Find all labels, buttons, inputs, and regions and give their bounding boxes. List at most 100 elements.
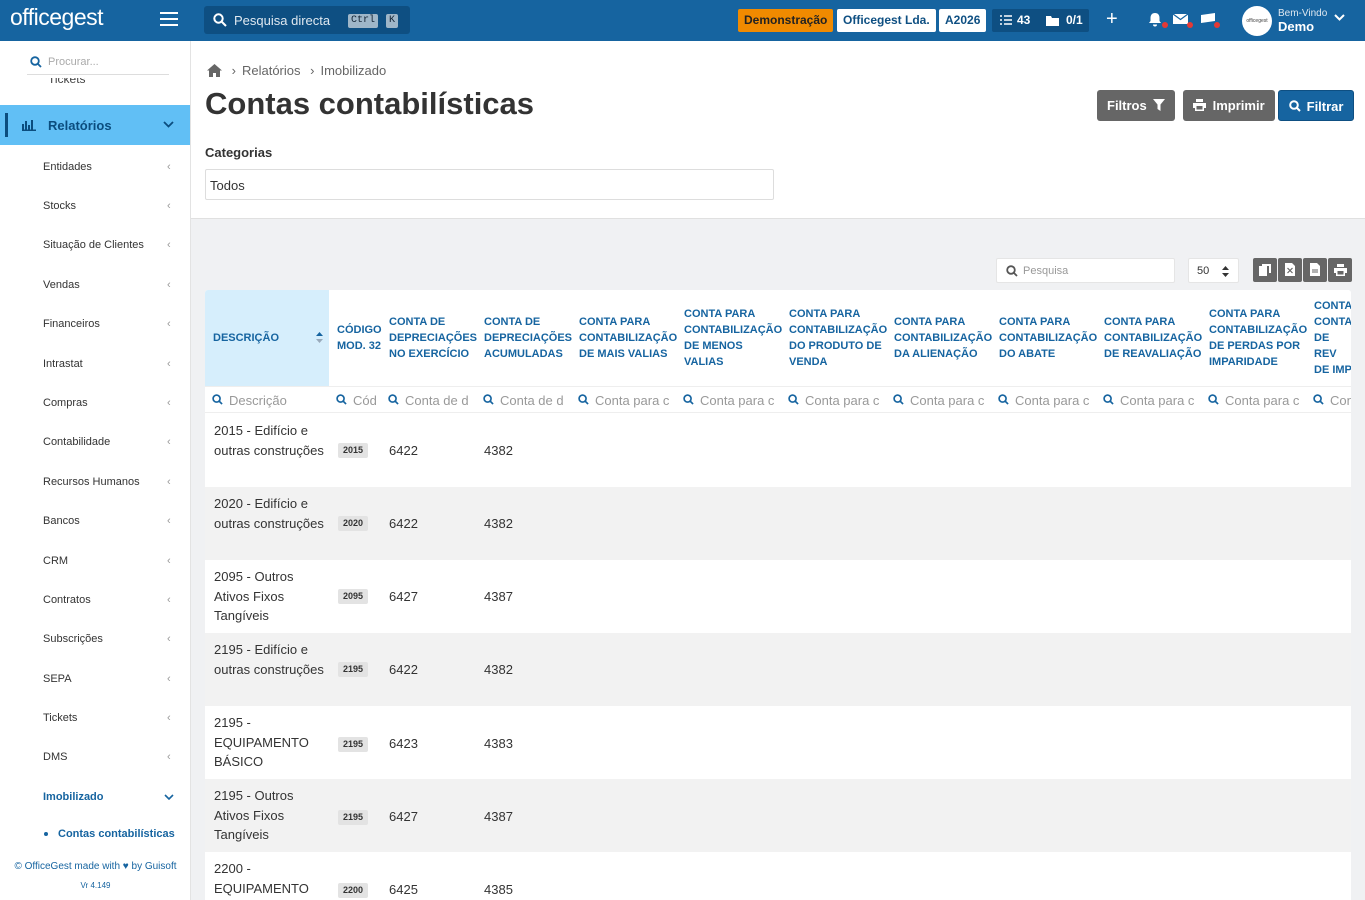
column-header-mais-valias[interactable]: CONTA PARA CONTABILIZAÇÃO DE MAIS VALIAS	[571, 290, 677, 386]
breadcrumb-imobilizado[interactable]: Imobilizado	[320, 63, 386, 78]
bell-icon[interactable]	[1148, 12, 1168, 28]
filter-input-dep-exercicio[interactable]: Conta de d	[381, 387, 471, 414]
filter-input-abate[interactable]: Conta para c	[991, 387, 1091, 414]
filter-input-rev-imparidade[interactable]: Con	[1306, 387, 1351, 414]
sidebar-item-tickets-partial[interactable]: Tickets	[22, 78, 142, 90]
filter-input-reavaliacao[interactable]: Conta para c	[1096, 387, 1196, 414]
pdf-icon[interactable]	[1303, 258, 1327, 282]
chevron-right-icon: ›	[310, 63, 315, 78]
sidebar: Procurar... Tickets Relatórios Entidades…	[0, 41, 191, 900]
demo-badge[interactable]: Demonstração	[738, 9, 834, 32]
sidebar-item-situacao-clientes[interactable]: Situação de Clientes ‹	[0, 229, 190, 261]
copy-icon[interactable]	[1253, 258, 1277, 282]
table-row[interactable]: 2200 - EQUIPAMENTO 2200 6425 4385	[205, 852, 1351, 900]
avatar[interactable]: officegest	[1242, 6, 1272, 36]
sidebar-item-compras[interactable]: Compras ‹	[0, 387, 190, 419]
filtrar-button[interactable]: Filtrar	[1278, 90, 1355, 121]
sidebar-item-intrastat[interactable]: Intrastat ‹	[0, 348, 190, 380]
home-icon[interactable]	[207, 64, 222, 77]
column-header-perdas-imparidade[interactable]: CONTA PARA CONTABILIZAÇÃO DE PERDAS POR …	[1201, 290, 1307, 386]
search-icon	[788, 394, 799, 405]
search-icon	[1006, 265, 1018, 277]
menu-icon[interactable]	[160, 12, 178, 26]
sidebar-item-dms[interactable]: DMS ‹	[0, 741, 190, 773]
table-row[interactable]: 2095 - Outros Ativos Fixos Tangíveis 209…	[205, 560, 1351, 633]
column-header-alienacao[interactable]: CONTA PARA CONTABILIZAÇÃO DA ALIENAÇÃO	[886, 290, 992, 386]
tasks-count: 43	[1017, 13, 1031, 27]
page-size-select[interactable]: 50	[1188, 258, 1239, 283]
table-search-input[interactable]: Pesquisa	[996, 258, 1175, 283]
table-row[interactable]: 2195 - Edifício e outras construções 219…	[205, 633, 1351, 706]
categorias-select[interactable]: Todos	[205, 169, 774, 200]
filter-input-codigo[interactable]: Cód	[329, 387, 377, 414]
chevron-left-icon: ‹	[167, 633, 171, 645]
cell-dep-acumuladas: 4387	[484, 589, 513, 604]
column-header-produto-venda[interactable]: CONTA PARA CONTABILIZAÇÃO DO PRODUTO DE …	[781, 290, 887, 386]
filter-input-perdas-imparidade[interactable]: Conta para c	[1201, 387, 1301, 414]
sidebar-item-sepa[interactable]: SEPA ‹	[0, 663, 190, 695]
column-header-abate[interactable]: CONTA PARA CONTABILIZAÇÃO DO ABATE	[991, 290, 1097, 386]
search-icon	[893, 394, 904, 405]
filter-input-produto-venda[interactable]: Conta para c	[781, 387, 881, 414]
cell-descricao: 2195 - EQUIPAMENTO BÁSICO	[214, 715, 309, 769]
plus-icon[interactable]: +	[1106, 8, 1118, 31]
sidebar-search-placeholder: Procurar...	[48, 56, 99, 68]
sidebar-item-relatorios[interactable]: Relatórios	[0, 105, 190, 145]
filter-input-mais-valias[interactable]: Conta para c	[571, 387, 671, 414]
sidebar-item-vendas[interactable]: Vendas ‹	[0, 269, 190, 301]
logo[interactable]: officegest	[10, 4, 104, 31]
cell-dep-exercicio: 6423	[389, 736, 418, 751]
company-badge[interactable]: Officegest Lda.	[837, 9, 936, 32]
print-icon[interactable]	[1328, 258, 1352, 282]
cell-codigo-badge: 2195	[338, 662, 369, 677]
filter-input-menos-valias[interactable]: Conta para c	[676, 387, 776, 414]
table-row[interactable]: 2015 - Edifício e outras construções 201…	[205, 414, 1351, 487]
mail-icon[interactable]	[1172, 12, 1193, 28]
table-row[interactable]: 2195 - EQUIPAMENTO BÁSICO 2195 6423 4383	[205, 706, 1351, 779]
sidebar-item-contratos[interactable]: Contratos ‹	[0, 584, 190, 616]
counters-badge[interactable]: 43 0/1	[992, 9, 1089, 32]
chevron-left-icon: ‹	[167, 239, 171, 251]
sidebar-search[interactable]: Procurar...	[27, 49, 169, 75]
sidebar-item-entidades[interactable]: Entidades ‹	[0, 151, 190, 183]
sidebar-item-tickets[interactable]: Tickets ‹	[0, 702, 190, 734]
column-header-dep-acumuladas[interactable]: CONTA DE DEPRECIAÇÕES ACUMULADAS	[476, 290, 572, 386]
filter-input-alienacao[interactable]: Conta para c	[886, 387, 986, 414]
filter-icon	[1153, 99, 1166, 111]
sidebar-subitem-contas-contabilisticas[interactable]: Contas contabilísticas	[58, 828, 175, 840]
breadcrumb-relatorios[interactable]: Relatórios	[242, 63, 301, 78]
sidebar-item-financeiros[interactable]: Financeiros ‹	[0, 308, 190, 340]
imprimir-button[interactable]: Imprimir	[1183, 90, 1275, 121]
year-badge[interactable]: A2026	[939, 9, 987, 32]
column-header-dep-exercicio[interactable]: CONTA DE DEPRECIAÇÕES NO EXERCÍCIO	[381, 290, 477, 386]
cell-descricao: 2095 - Outros Ativos Fixos Tangíveis	[214, 569, 294, 623]
column-header-descricao[interactable]: DESCRIÇÃO	[205, 290, 329, 386]
sidebar-item-bancos[interactable]: Bancos ‹	[0, 505, 190, 537]
excel-icon[interactable]	[1278, 258, 1302, 282]
sidebar-item-contabilidade[interactable]: Contabilidade ‹	[0, 426, 190, 458]
top-bar: officegest Pesquisa directa Ctrl K Demon…	[0, 0, 1365, 41]
sidebar-item-recursos-humanos[interactable]: Recursos Humanos ‹	[0, 466, 190, 498]
column-header-codigo[interactable]: CÓDIGO MOD. 32	[329, 290, 382, 386]
sidebar-item-subscricoes[interactable]: Subscrições ‹	[0, 623, 190, 655]
cell-codigo-badge: 2095	[338, 589, 369, 604]
table-row[interactable]: 2020 - Edifício e outras construções 202…	[205, 487, 1351, 560]
sidebar-item-stocks[interactable]: Stocks ‹	[0, 190, 190, 222]
column-header-reavaliacao[interactable]: CONTA PARA CONTABILIZAÇÃO DE REAVALIAÇÃO	[1096, 290, 1202, 386]
column-header-menos-valias[interactable]: CONTA PARA CONTABILIZAÇÃO DE MENOS VALIA…	[676, 290, 782, 386]
sidebar-item-crm[interactable]: CRM ‹	[0, 545, 190, 577]
table-row[interactable]: 2195 - Outros Ativos Fixos Tangíveis 219…	[205, 779, 1351, 852]
filter-input-descricao[interactable]: Descrição	[205, 387, 329, 414]
sidebar-item-imobilizado[interactable]: Imobilizado	[0, 781, 190, 813]
chevron-down-icon[interactable]	[1334, 14, 1345, 22]
search-icon	[1313, 394, 1324, 405]
cell-dep-exercicio: 6427	[389, 809, 418, 824]
column-header-rev-imparidade[interactable]: CONTA CONTA DE REV DE IMP	[1306, 290, 1351, 386]
filter-input-dep-acumuladas[interactable]: Conta de d	[476, 387, 566, 414]
filtros-button[interactable]: Filtros	[1097, 90, 1176, 121]
global-search[interactable]: Pesquisa directa Ctrl K	[204, 6, 410, 34]
chat-icon[interactable]	[1200, 12, 1220, 28]
user-name[interactable]: Demo	[1278, 19, 1314, 34]
page-header: › Relatórios › Imobilizado Contas contabil…	[191, 41, 1365, 219]
cell-dep-acumuladas: 4382	[484, 662, 513, 677]
